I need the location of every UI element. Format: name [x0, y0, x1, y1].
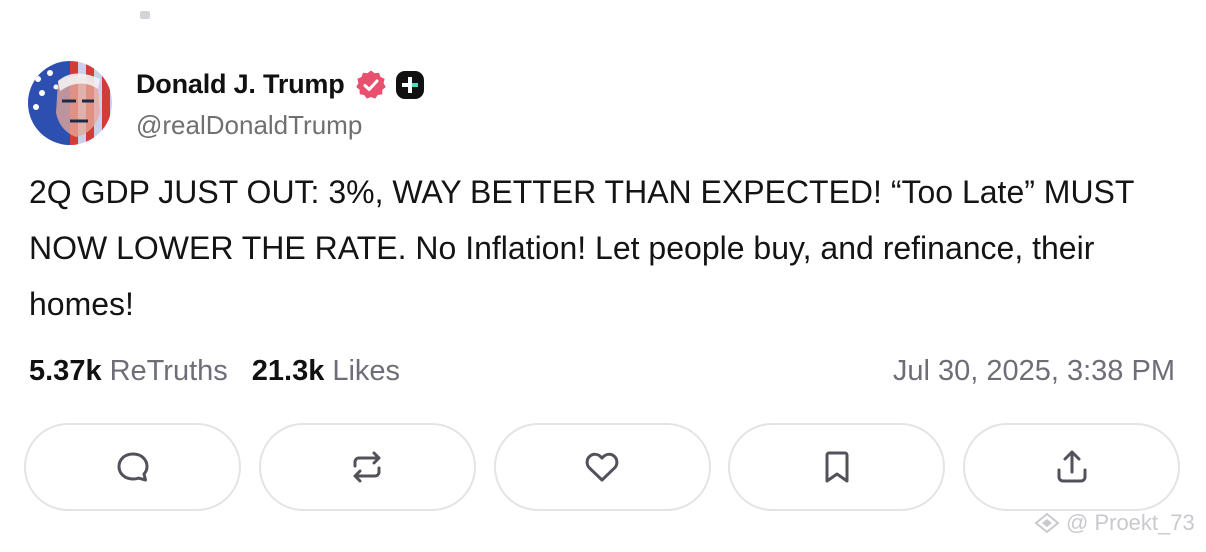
- clipped-previous-content: [140, 0, 220, 19]
- post-timestamp[interactable]: Jul 30, 2025, 3:38 PM: [893, 355, 1175, 388]
- author-name[interactable]: Donald J. Trump: [136, 69, 345, 100]
- retruths-label[interactable]: ReTruths: [110, 355, 228, 388]
- verified-badge-icon: [355, 70, 386, 99]
- watermark-logo-icon: [1034, 512, 1060, 534]
- like-button[interactable]: [493, 423, 711, 511]
- plus-badge-icon: [395, 70, 424, 99]
- retruth-icon: [353, 451, 381, 483]
- heart-icon: [585, 452, 619, 482]
- share-button[interactable]: [963, 423, 1180, 511]
- watermark-text: @ Proekt_73: [1066, 510, 1195, 535]
- likes-label[interactable]: Likes: [332, 355, 400, 388]
- watermark: @ Proekt_73: [1034, 510, 1195, 536]
- action-bar: [24, 423, 1180, 511]
- retruths-count[interactable]: 5.37k: [29, 355, 102, 388]
- share-icon: [1057, 450, 1086, 483]
- post-stats: 5.37k ReTruths 21.3k Likes Jul 30, 2025,…: [29, 350, 1175, 392]
- post-text: 2Q GDP JUST OUT: 3%, WAY BETTER THAN EXP…: [29, 174, 1134, 322]
- avatar[interactable]: [28, 61, 112, 145]
- likes-count[interactable]: 21.3k: [252, 355, 325, 388]
- reply-icon: [117, 452, 148, 482]
- bookmark-button[interactable]: [728, 423, 946, 511]
- bookmark-icon: [825, 451, 849, 483]
- retruth-button[interactable]: [258, 423, 476, 511]
- author-handle[interactable]: @realDonaldTrump: [136, 110, 425, 141]
- post-header: Donald J. Trump @realDonaldTrump: [28, 60, 425, 146]
- avatar-image: [28, 61, 112, 145]
- reply-button[interactable]: [24, 423, 241, 511]
